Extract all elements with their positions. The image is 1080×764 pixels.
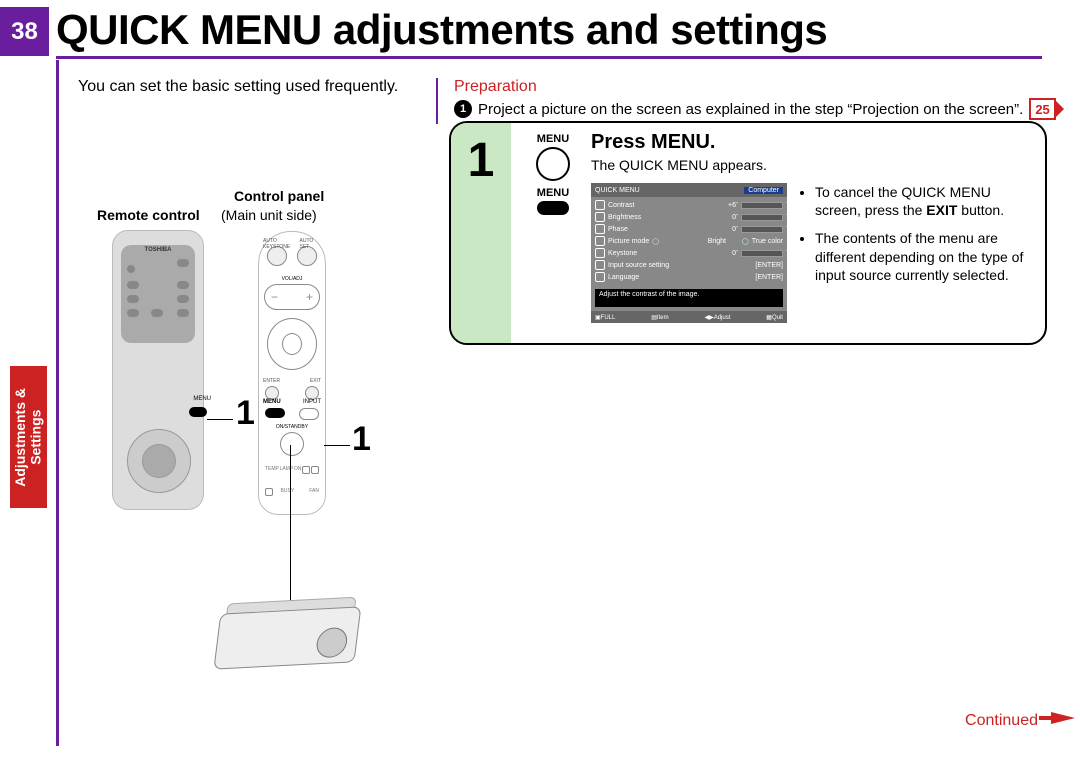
leader-line — [324, 445, 350, 446]
menu-button-diagram: MENU MENU — [521, 133, 585, 217]
menu-button-icon — [536, 147, 570, 181]
remote-control-illustration: TOSHIBA MENU — [112, 230, 204, 510]
step-notes: To cancel the QUICK MENU screen, press t… — [801, 183, 1033, 294]
left-margin-rule — [56, 60, 59, 746]
page-number: 38 — [0, 7, 49, 56]
step-bullet-icon: 1 — [454, 100, 472, 118]
divider — [436, 78, 438, 124]
remote-menu-button — [189, 407, 207, 417]
preparation-row: 1 Project a picture on the screen as exp… — [454, 98, 1056, 120]
preparation-heading: Preparation — [454, 78, 537, 96]
continued-arrow-icon — [1051, 712, 1075, 724]
cp-volume: −+ — [264, 284, 320, 310]
cp-menu-button — [265, 408, 285, 418]
control-panel-illustration: AUTO KEYSTONEAUTO SET −+ VOL/ADJ ENTEREX… — [258, 231, 326, 515]
cp-nav-ring — [267, 318, 317, 370]
step-number: 1 — [451, 123, 511, 345]
leader-line — [207, 419, 233, 420]
osd-title: QUICK MENU — [595, 187, 640, 194]
preparation-text: Project a picture on the screen as expla… — [478, 101, 1023, 118]
osd-source: Computer — [744, 187, 783, 194]
remote-nav-ring — [127, 429, 191, 493]
remote-control-label: Remote control — [97, 207, 200, 223]
page-reference: 25 — [1029, 98, 1055, 120]
control-panel-label: Control panel — [234, 188, 324, 204]
note-2: The contents of the menu are different d… — [815, 229, 1033, 284]
step-subtitle: The QUICK MENU appears. — [591, 157, 767, 173]
section-tab-text: Adjustments & Settings — [13, 388, 44, 487]
menu-pill-icon — [537, 201, 569, 215]
cp-input-label: INPUT — [303, 399, 321, 405]
callout-cp-1: 1 — [352, 420, 371, 459]
step-1-box: 1 MENU MENU Press MENU. The QUICK MENU a… — [449, 121, 1047, 345]
toshiba-logo: TOSHIBA — [121, 247, 195, 253]
osd-hint: Adjust the contrast of the image. — [595, 289, 783, 307]
continued-label: Continued — [965, 712, 1038, 730]
page-title: QUICK MENU adjustments and settings — [56, 6, 827, 54]
remote-menu-label: MENU — [193, 396, 211, 402]
note-1: To cancel the QUICK MENU screen, press t… — [815, 183, 1033, 219]
osd-screenshot: QUICK MENUComputer Contrast+6 Brightness… — [591, 183, 787, 323]
cp-power-button — [280, 432, 304, 456]
main-unit-side-label: (Main unit side) — [221, 207, 317, 223]
callout-remote-1: 1 — [236, 394, 255, 433]
cp-menu-label: MENU — [263, 399, 281, 405]
cp-input-button — [299, 408, 319, 420]
continued-arrow-line — [1039, 716, 1051, 720]
section-tab: Adjustments & Settings — [10, 366, 47, 508]
intro-text: You can set the basic setting used frequ… — [78, 78, 398, 96]
step-title: Press MENU. — [591, 131, 716, 154]
projector-illustration — [213, 596, 362, 669]
